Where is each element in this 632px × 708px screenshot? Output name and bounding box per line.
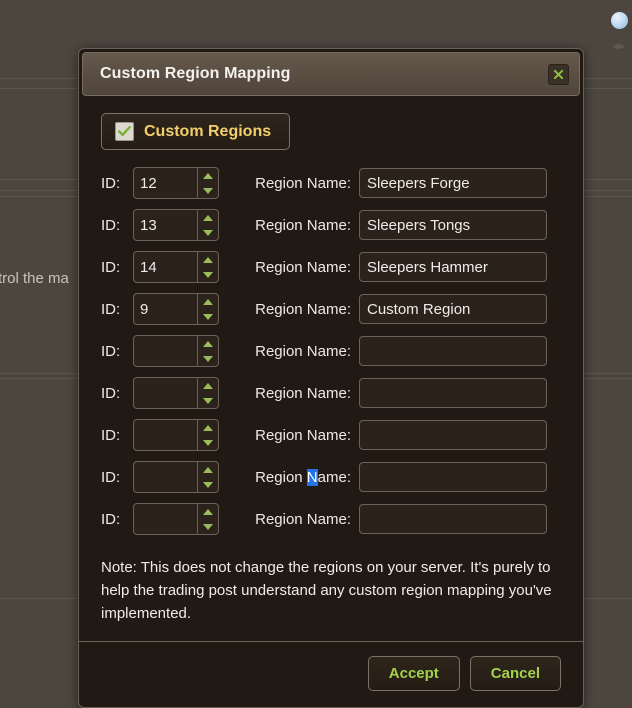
text-selection-highlight: N <box>306 468 318 486</box>
region-name-label: Region Name: <box>255 426 351 444</box>
region-name-label: Region Name: <box>255 468 351 486</box>
id-label: ID: <box>101 426 121 444</box>
region-name-input[interactable] <box>359 378 547 408</box>
id-input[interactable] <box>134 210 197 240</box>
cancel-button[interactable]: Cancel <box>469 656 561 691</box>
close-icon[interactable] <box>548 63 569 85</box>
dialog-titlebar: Custom Region Mapping <box>82 52 580 96</box>
id-stepper[interactable] <box>133 209 219 241</box>
region-name-input[interactable] <box>359 420 547 450</box>
stepper-buttons <box>197 336 218 366</box>
id-stepper[interactable] <box>133 251 219 283</box>
dialog-body: Custom Regions ID: Region Name: ID: Region … <box>79 99 583 641</box>
region-rows-list: ID: Region Name: ID: Region Name: ID: Region … <box>101 162 561 540</box>
region-name-input[interactable] <box>359 336 547 366</box>
stepper-up-icon[interactable] <box>198 252 218 267</box>
dialog-footer: Accept Cancel <box>79 641 583 707</box>
stepper-down-icon[interactable] <box>198 183 218 198</box>
region-name-label: Region Name: <box>255 342 351 360</box>
note-text: Note: This does not change the regions o… <box>101 559 552 622</box>
id-stepper[interactable] <box>133 293 219 325</box>
stepper-up-icon[interactable] <box>198 462 218 477</box>
region-name-input[interactable] <box>359 210 547 240</box>
id-stepper[interactable] <box>133 167 219 199</box>
id-input[interactable] <box>134 294 197 324</box>
stepper-up-icon[interactable] <box>198 168 218 183</box>
id-stepper[interactable] <box>133 461 219 493</box>
stepper-down-icon[interactable] <box>198 477 218 492</box>
id-input[interactable] <box>134 462 197 492</box>
backdrop-orb-icon <box>611 12 628 29</box>
custom-regions-toggle[interactable]: Custom Regions <box>101 113 291 150</box>
region-name-label: Region Name: <box>255 258 351 276</box>
stepper-buttons <box>197 210 218 240</box>
id-label: ID: <box>101 510 121 528</box>
id-label: ID: <box>101 258 121 276</box>
id-input[interactable] <box>134 252 197 282</box>
region-row: ID: Region Name: <box>101 456 561 498</box>
stepper-buttons <box>197 504 218 534</box>
region-name-label: Region Name: <box>255 300 351 318</box>
custom-regions-label: Custom Regions <box>144 122 272 140</box>
checkmark-icon <box>115 122 134 141</box>
region-name-input[interactable] <box>359 462 547 492</box>
region-name-label: Region Name: <box>255 216 351 234</box>
id-stepper[interactable] <box>133 503 219 535</box>
stepper-up-icon[interactable] <box>198 294 218 309</box>
stepper-up-icon[interactable] <box>198 420 218 435</box>
region-name-label: Region Name: <box>255 510 351 528</box>
id-label: ID: <box>101 174 121 192</box>
region-name-input[interactable] <box>359 168 547 198</box>
id-stepper[interactable] <box>133 419 219 451</box>
backdrop-orb-shadow <box>613 44 624 49</box>
region-row: ID: Region Name: <box>101 288 561 330</box>
id-stepper[interactable] <box>133 377 219 409</box>
stepper-down-icon[interactable] <box>198 393 218 408</box>
stepper-buttons <box>197 294 218 324</box>
stepper-down-icon[interactable] <box>198 225 218 240</box>
id-label: ID: <box>101 342 121 360</box>
region-row: ID: Region Name: <box>101 162 561 204</box>
id-label: ID: <box>101 216 121 234</box>
stepper-down-icon[interactable] <box>198 309 218 324</box>
stepper-buttons <box>197 462 218 492</box>
accept-button[interactable]: Accept <box>367 656 460 691</box>
id-input[interactable] <box>134 420 197 450</box>
stepper-down-icon[interactable] <box>198 267 218 282</box>
region-name-input[interactable] <box>359 294 547 324</box>
region-name-input[interactable] <box>359 504 547 534</box>
id-input[interactable] <box>134 378 197 408</box>
region-row: ID: Region Name: <box>101 498 561 540</box>
stepper-down-icon[interactable] <box>198 351 218 366</box>
region-name-label: Region Name: <box>255 384 351 402</box>
region-row: ID: Region Name: <box>101 372 561 414</box>
stepper-buttons <box>197 420 218 450</box>
region-row: ID: Region Name: <box>101 204 561 246</box>
stepper-down-icon[interactable] <box>198 519 218 534</box>
dialog-title: Custom Region Mapping <box>100 65 291 82</box>
region-name-label: Region Name: <box>255 174 351 192</box>
stepper-up-icon[interactable] <box>198 378 218 393</box>
id-input[interactable] <box>134 168 197 198</box>
id-input[interactable] <box>134 336 197 366</box>
region-name-input[interactable] <box>359 252 547 282</box>
region-row: ID: Region Name: <box>101 414 561 456</box>
id-label: ID: <box>101 384 121 402</box>
id-input[interactable] <box>134 504 197 534</box>
id-label: ID: <box>101 300 121 318</box>
region-row: ID: Region Name: <box>101 330 561 372</box>
stepper-buttons <box>197 168 218 198</box>
custom-region-mapping-dialog: Custom Region Mapping Custom Regions ID:… <box>78 48 584 708</box>
region-row: ID: Region Name: <box>101 246 561 288</box>
id-label: ID: <box>101 468 121 486</box>
stepper-buttons <box>197 378 218 408</box>
stepper-up-icon[interactable] <box>198 504 218 519</box>
stepper-up-icon[interactable] <box>198 336 218 351</box>
id-stepper[interactable] <box>133 335 219 367</box>
stepper-up-icon[interactable] <box>198 210 218 225</box>
stepper-buttons <box>197 252 218 282</box>
stepper-down-icon[interactable] <box>198 435 218 450</box>
backdrop-clipped-text: trol the ma <box>0 270 69 287</box>
